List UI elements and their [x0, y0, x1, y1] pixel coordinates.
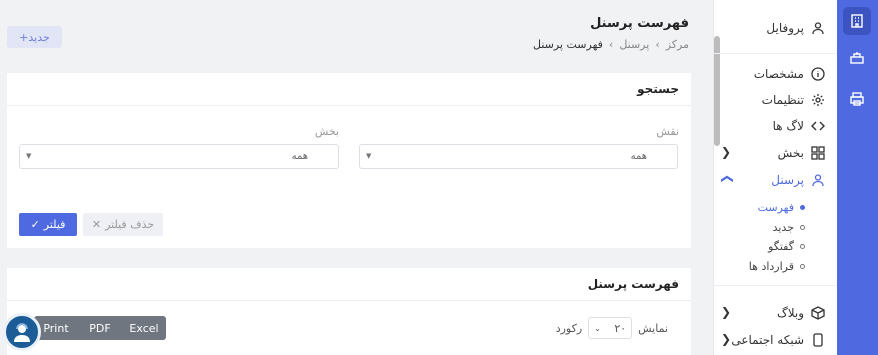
sidebar-divider [713, 285, 837, 286]
bullet-icon [800, 224, 805, 230]
chevron-left-icon: ❮ [721, 305, 732, 319]
subitem-label: فهرست [757, 200, 794, 214]
sidebar-subitem-new[interactable]: جدید [713, 217, 837, 237]
clear-filter-button[interactable]: ✕ حذف فیلتر [83, 213, 163, 236]
pdf-button[interactable]: PDF [78, 316, 122, 340]
list-card-title: فهرست پرسنل [7, 268, 691, 301]
info-icon [810, 66, 826, 82]
section-label: بخش [314, 125, 339, 138]
chevron-left-icon: › [608, 38, 614, 51]
chevron-down-icon: ⌄ [594, 323, 601, 333]
main-content: +جدید فهرست پرسنل مرکز › پرسنل › فهرست پ… [0, 0, 713, 355]
filter-button-label: فیلتر [43, 218, 66, 231]
sidebar-item-label: پروفایل [766, 21, 804, 35]
sidebar-item-label: تنظیمات [761, 93, 804, 107]
sidebar-item-specs[interactable]: مشخصات [713, 61, 837, 87]
sidebar-item-label: پرسنل [771, 173, 804, 187]
toolbox-icon[interactable] [843, 44, 871, 72]
list-card: فهرست پرسنل [7, 268, 691, 355]
grid-icon [810, 145, 826, 161]
support-agent-icon [14, 323, 30, 342]
mobile-icon [810, 332, 826, 348]
page-size-value: ۲۰ [614, 321, 627, 335]
chevron-left-icon: ❮ [721, 145, 732, 159]
sidebar-divider [713, 53, 837, 54]
breadcrumb-current: فهرست پرسنل [532, 38, 603, 51]
chevron-left-icon: ❮ [721, 332, 732, 346]
user-icon [810, 20, 826, 36]
sidebar-item-social[interactable]: شبکه اجتماعی ❮ [713, 327, 837, 353]
search-card-title: جستجو [7, 73, 691, 106]
gear-icon [810, 92, 826, 108]
printer-icon[interactable] [843, 85, 871, 113]
sidebar-item-blog[interactable]: وبلاگ ❮ [713, 300, 837, 326]
page-size-select[interactable]: ۲۰ ⌄ [588, 317, 633, 339]
code-icon [810, 118, 826, 134]
sidebar-item-settings[interactable]: تنظیمات [713, 87, 837, 113]
breadcrumb: مرکز › پرسنل › فهرست پرسنل [533, 38, 689, 51]
page-title: فهرست پرسنل [590, 16, 689, 31]
caret-down-icon: ▼ [366, 152, 372, 160]
bullet-icon [800, 243, 805, 249]
sidebar-item-profile[interactable]: پروفایل [713, 15, 837, 41]
sidebar-item-section[interactable]: بخش ❮ [713, 140, 837, 166]
subitem-label: قرارداد ها [748, 259, 794, 273]
new-button[interactable]: +جدید [7, 26, 62, 48]
building-icon[interactable] [843, 7, 871, 35]
page-size-control: نمایش ۲۰ ⌄ رکورد [556, 317, 668, 339]
bullet-icon [800, 204, 805, 210]
chevron-down-icon: ❮ [719, 173, 734, 185]
user-icon [810, 172, 826, 188]
search-card: جستجو نقش همه ▼ بخش همه ▼ ✓ فیلتر ✕ حذف … [7, 73, 691, 248]
chevron-left-icon: › [655, 38, 660, 51]
box-icon [810, 305, 826, 321]
sidebar-subitem-contracts[interactable]: قرارداد ها [713, 256, 837, 276]
sidebar-subitem-chat[interactable]: گفتگو [713, 236, 837, 256]
sidebar-subitem-list[interactable]: فهرست [713, 197, 837, 217]
sidebar-item-logs[interactable]: لاگ ها [713, 113, 837, 139]
sidebar-item-label: شبکه اجتماعی [731, 333, 804, 347]
check-icon: ✓ [30, 218, 40, 231]
sidebar: پروفایل مشخصات تنظیمات لاگ ها بخش ❮ پرسن… [713, 0, 837, 355]
sidebar-item-label: لاگ ها [772, 119, 804, 133]
clear-filter-label: حذف فیلتر [105, 218, 155, 231]
role-select-value: همه [630, 151, 647, 162]
role-select[interactable]: همه ▼ [359, 144, 678, 169]
role-label: نقش [656, 125, 679, 138]
sidebar-item-personnel[interactable]: پرسنل ❮ [713, 167, 837, 193]
export-buttons: Print PDF Excel [34, 316, 166, 340]
caret-down-icon: ▼ [26, 152, 32, 160]
sidebar-item-label: وبلاگ [776, 306, 804, 320]
support-avatar[interactable] [3, 313, 41, 351]
records-label: رکورد [555, 321, 583, 335]
close-icon: ✕ [91, 218, 102, 231]
sidebar-item-label: بخش [777, 146, 804, 160]
filter-button[interactable]: ✓ فیلتر [19, 213, 77, 236]
excel-button[interactable]: Excel [122, 316, 166, 340]
show-label: نمایش [638, 321, 668, 335]
subitem-label: گفتگو [768, 239, 794, 253]
section-select[interactable]: همه ▼ [19, 144, 339, 169]
section-select-value: همه [291, 151, 308, 162]
sidebar-item-label: مشخصات [753, 67, 804, 81]
subitem-label: جدید [772, 220, 794, 234]
breadcrumb-item[interactable]: پرسنل [619, 38, 649, 51]
breadcrumb-item[interactable]: مرکز [666, 38, 689, 51]
icon-rail [837, 0, 878, 355]
bullet-icon [800, 263, 805, 269]
